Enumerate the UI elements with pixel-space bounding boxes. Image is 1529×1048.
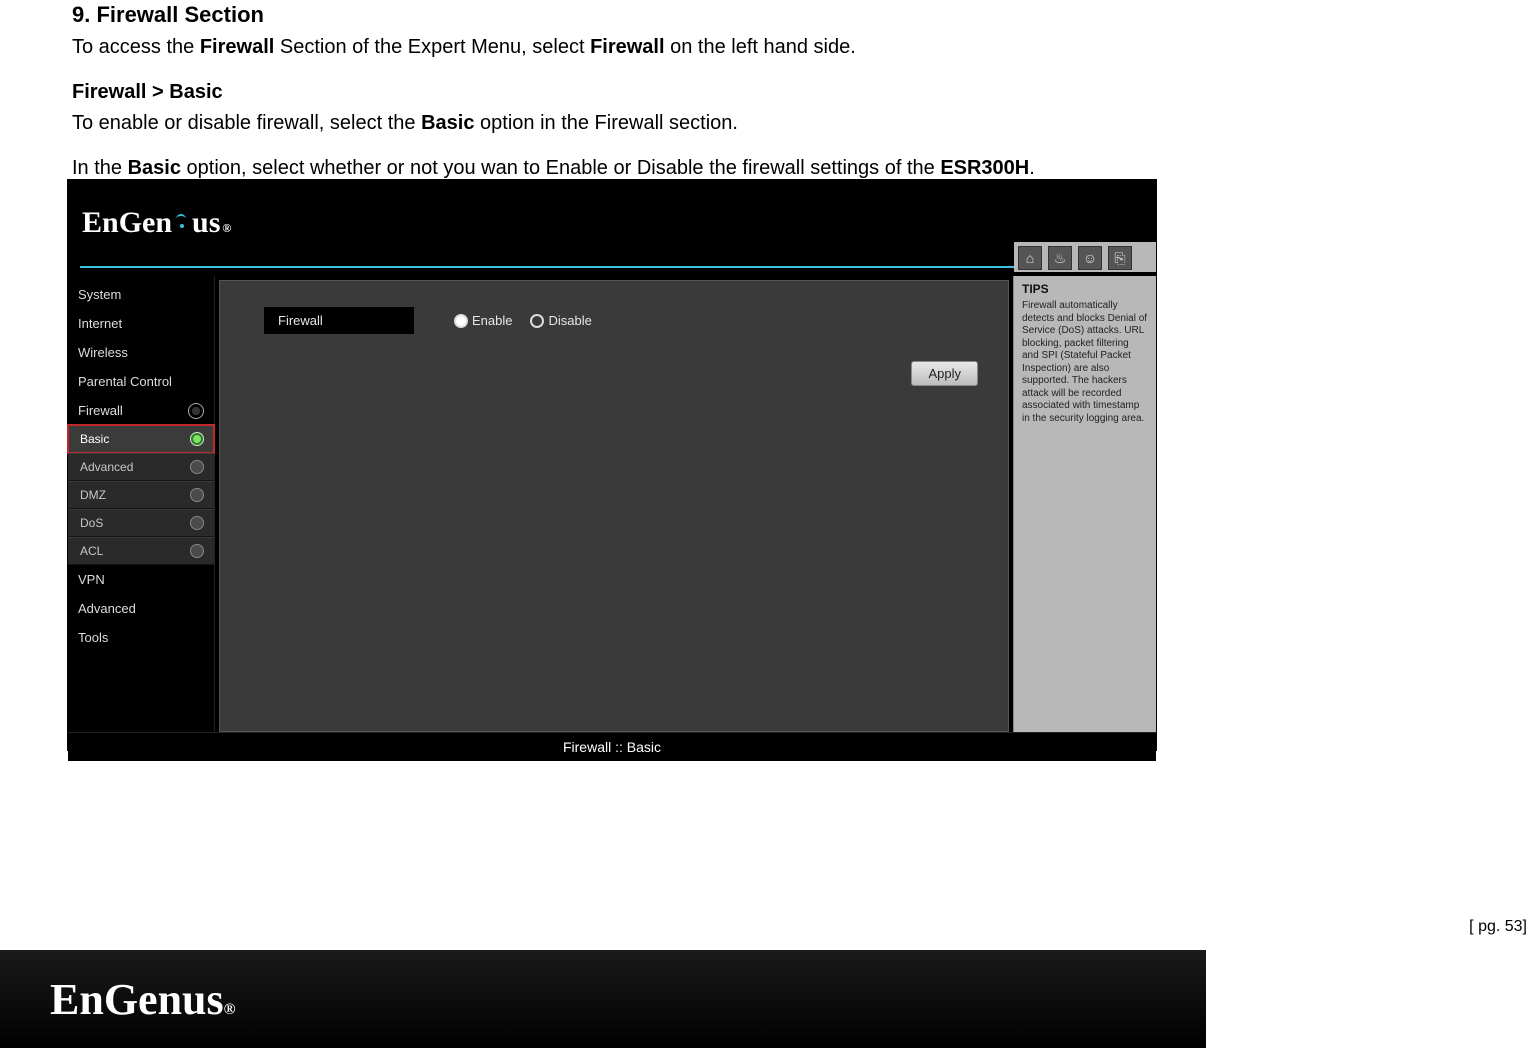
firewall-radio-group: Enable Disable <box>454 313 592 328</box>
firewall-submenu: Basic Advanced DMZ DoS ACL <box>68 425 214 565</box>
page-footer: EnGenus® <box>0 950 1206 1048</box>
subnav-advanced[interactable]: Advanced <box>68 453 214 481</box>
subnav-dos[interactable]: DoS <box>68 509 214 537</box>
tips-title: TIPS <box>1022 282 1148 296</box>
subnav-dmz[interactable]: DMZ <box>68 481 214 509</box>
document-body: 9. Firewall Section To access the Firewa… <box>72 0 1272 200</box>
home-icon[interactable]: ⌂ <box>1018 246 1042 270</box>
left-nav: System Internet Wireless Parental Contro… <box>68 276 215 732</box>
subheading-basic: Firewall > Basic <box>72 79 1272 106</box>
radio-dot-icon <box>454 314 468 328</box>
router-admin-screenshot: EnGenus® System Internet Wireless Parent… <box>68 180 1156 750</box>
brand-logo: EnGenus® <box>82 206 231 240</box>
paragraph-2: To enable or disable firewall, select th… <box>72 110 1272 137</box>
paragraph-3: In the Basic option, select whether or n… <box>72 155 1272 182</box>
user-icon[interactable]: ☺ <box>1078 246 1102 270</box>
nav-internet[interactable]: Internet <box>68 309 214 338</box>
network-icon[interactable]: ♨ <box>1048 246 1072 270</box>
subnav-basic[interactable]: Basic <box>68 425 214 453</box>
nav-wireless[interactable]: Wireless <box>68 338 214 367</box>
radio-disable[interactable]: Disable <box>530 313 591 328</box>
screenshot-header: EnGenus® <box>68 180 1156 266</box>
nav-parental-control[interactable]: Parental Control <box>68 367 214 396</box>
section-heading: 9. Firewall Section <box>72 0 1272 30</box>
wifi-icon <box>172 212 192 232</box>
apply-button[interactable]: Apply <box>911 361 978 386</box>
main-panel: Firewall Enable Disable Apply <box>219 280 1009 732</box>
tips-body: Firewall automatically detects and block… <box>1022 300 1148 425</box>
nav-advanced[interactable]: Advanced <box>68 594 214 623</box>
nav-firewall[interactable]: Firewall <box>68 396 214 425</box>
exit-icon[interactable]: ⎘ <box>1108 246 1132 270</box>
nav-vpn[interactable]: VPN <box>68 565 214 594</box>
top-icon-bar: ⌂ ♨ ☺ ⎘ <box>1018 246 1132 270</box>
radio-dot-icon <box>530 314 544 328</box>
breadcrumb: Firewall :: Basic <box>68 732 1156 761</box>
nav-tools[interactable]: Tools <box>68 623 214 652</box>
radio-enable[interactable]: Enable <box>454 313 512 328</box>
paragraph-1: To access the Firewall Section of the Ex… <box>72 34 1272 61</box>
page-number: [ pg. 53] <box>1469 918 1527 936</box>
nav-system[interactable]: System <box>68 280 214 309</box>
header-divider <box>80 266 1144 268</box>
firewall-toggle-row: Firewall Enable Disable <box>264 307 1008 334</box>
firewall-label: Firewall <box>264 307 414 334</box>
footer-brand-logo: EnGenus® <box>50 974 236 1025</box>
subnav-acl[interactable]: ACL <box>68 537 214 565</box>
tips-panel: ⌂ ♨ ☺ ⎘ TIPS Firewall automatically dete… <box>1013 276 1156 732</box>
